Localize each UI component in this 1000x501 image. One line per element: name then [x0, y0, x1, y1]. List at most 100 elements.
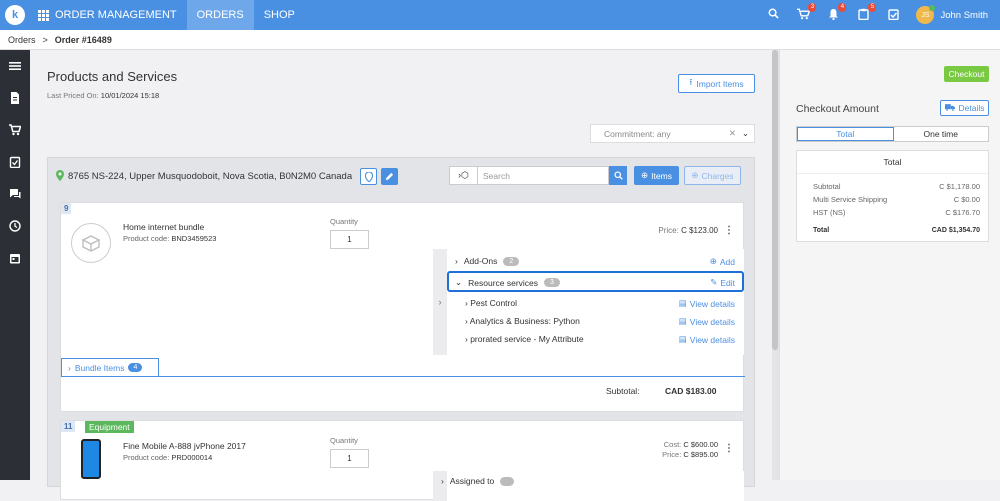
- location-panel: 8765 NS-224, Upper Musquodoboit, Nova Sc…: [47, 157, 755, 501]
- cost-value: C $600.00: [683, 440, 718, 449]
- collapse-strip[interactable]: ›: [433, 249, 447, 355]
- sub-item[interactable]: › Pest Control: [465, 298, 517, 308]
- addons-toggle[interactable]: › Add-Ons 2: [455, 256, 520, 266]
- breadcrumb-separator: >: [42, 34, 48, 45]
- equipment-tag: Equipment: [85, 421, 134, 433]
- item-addons-area: › › Add-Ons 2 ⊕ Add ⌄ Resource services …: [433, 249, 744, 355]
- last-priced-value: 10/01/2024 15:18: [100, 91, 160, 100]
- view-details-link[interactable]: ▤ View details: [679, 316, 735, 327]
- tasks-icon[interactable]: 5: [856, 2, 877, 23]
- address-text: 8765 NS-224, Upper Musquodoboit, Nova Sc…: [68, 171, 353, 182]
- bell-icon[interactable]: 4: [826, 2, 847, 23]
- logo-letter: k: [5, 5, 25, 25]
- commitment-select[interactable]: Commitment: any ✕ ⌄: [590, 124, 755, 143]
- more-options-icon[interactable]: ⋮: [724, 443, 734, 454]
- totals-title: Total: [797, 151, 988, 174]
- document-icon: ▤: [678, 298, 687, 308]
- upload-icon: ⭱: [689, 76, 693, 87]
- user-name: John Smith: [940, 9, 988, 21]
- import-items-button[interactable]: ⭱ Import Items: [678, 74, 755, 93]
- view-details-link[interactable]: ▤ View details: [679, 334, 735, 345]
- bundle-items-tab[interactable]: › Bundle Items 4: [61, 358, 159, 376]
- search-icon[interactable]: [766, 8, 780, 22]
- tab-shop[interactable]: SHOP: [254, 0, 305, 30]
- chevron-right-icon: ›: [441, 476, 444, 486]
- row-value: C $176.70: [945, 208, 980, 217]
- main-scrollbar[interactable]: [772, 50, 779, 480]
- details-button[interactable]: Details: [940, 100, 989, 116]
- import-items-label: Import Items: [696, 78, 744, 89]
- view-details-label: View details: [689, 298, 735, 309]
- details-label: Details: [958, 103, 985, 113]
- cart-nav-icon[interactable]: [0, 114, 30, 146]
- edit-address-button[interactable]: [381, 168, 399, 185]
- cart-icon[interactable]: 3: [796, 2, 817, 23]
- chevron-right-icon: ›: [455, 256, 458, 266]
- edit-resources-link[interactable]: ✎ Edit: [710, 277, 735, 288]
- order-item-card: 9 Home internet bundle Product code: BND…: [60, 202, 745, 412]
- pencil-icon: ✎: [710, 277, 718, 287]
- map-pin-button[interactable]: [360, 168, 378, 185]
- document-icon[interactable]: [0, 82, 30, 114]
- document-icon: ▤: [678, 316, 687, 326]
- product-name: Fine Mobile A-888 jvPhone 2017: [123, 441, 246, 451]
- grid-icon: [38, 9, 49, 21]
- resource-services-toggle[interactable]: ⌄ Resource services 3: [455, 277, 560, 288]
- breadcrumb-orders[interactable]: Orders: [8, 35, 36, 45]
- search-button[interactable]: [609, 166, 627, 185]
- sub-item[interactable]: › prorated service - My Attribute: [465, 334, 584, 344]
- menu-icon[interactable]: [0, 50, 30, 82]
- resource-services-count: 3: [544, 278, 560, 287]
- add-label: Add: [719, 256, 735, 267]
- app-logo[interactable]: k: [0, 0, 30, 30]
- calendar-icon[interactable]: [0, 242, 30, 274]
- user-menu[interactable]: JS John Smith: [916, 5, 988, 24]
- view-details-label: View details: [689, 316, 735, 327]
- assigned-to-label: Assigned to: [449, 476, 495, 486]
- sub-item-label: prorated service - My Attribute: [470, 334, 584, 344]
- add-addon-link[interactable]: ⊕ Add: [710, 256, 735, 267]
- sub-item-label: Analytics & Business: Python: [469, 316, 580, 326]
- chevron-right-icon: ›: [438, 297, 442, 307]
- item-addons-area: › Assigned to: [433, 471, 744, 501]
- app-menu[interactable]: ORDER MANAGEMENT: [30, 0, 187, 30]
- toggle-total[interactable]: Total: [797, 127, 894, 141]
- checklist-icon[interactable]: [886, 8, 900, 23]
- search-input[interactable]: Search: [477, 166, 609, 185]
- total-row: Subtotal C $1,178.00: [813, 182, 980, 191]
- quantity-input[interactable]: 1: [330, 449, 369, 468]
- view-details-link[interactable]: ▤ View details: [679, 298, 735, 309]
- clipboard-icon[interactable]: [0, 146, 30, 178]
- phone-image: [81, 439, 101, 479]
- subtotal-label: Subtotal:: [606, 386, 640, 396]
- assigned-count: [500, 476, 515, 486]
- chat-icon[interactable]: [0, 178, 30, 210]
- clock-icon[interactable]: [0, 210, 30, 242]
- add-items-button[interactable]: ⊕ Items: [634, 166, 679, 185]
- more-options-icon[interactable]: ⋮: [724, 225, 734, 236]
- bell-badge: 4: [838, 2, 847, 12]
- checkout-amount-title: Checkout Amount: [796, 103, 879, 115]
- checkout-button[interactable]: Checkout: [944, 66, 989, 82]
- plus-circle-icon: ⊕: [709, 256, 717, 266]
- bundle-items-label: Bundle Items: [74, 362, 125, 373]
- main-content: Products and Services Last Priced On: 10…: [30, 50, 772, 501]
- row-label: Subtotal: [813, 182, 841, 191]
- plus-circle-icon: ⊕: [691, 170, 699, 180]
- add-charges-button[interactable]: ⊕ Charges: [684, 166, 741, 185]
- avatar: JS: [916, 5, 936, 24]
- truck-icon: [944, 103, 955, 113]
- addons-count: 2: [503, 256, 520, 266]
- item-number: 11: [61, 421, 76, 432]
- assigned-to-toggle[interactable]: › Assigned to: [441, 476, 515, 486]
- toggle-one-time[interactable]: One time: [894, 127, 989, 141]
- clear-icon[interactable]: ✕: [729, 128, 736, 139]
- chevron-down-icon: ⌄: [455, 277, 463, 287]
- tab-orders[interactable]: ORDERS: [186, 0, 254, 30]
- last-priced-label: Last Priced On:: [47, 91, 99, 100]
- scrollbar-thumb[interactable]: [772, 50, 778, 350]
- sub-item[interactable]: › Analytics & Business: Python: [465, 316, 580, 326]
- quantity-label: Quantity: [330, 436, 358, 445]
- quantity-input[interactable]: 1: [330, 230, 369, 249]
- search-filter-toggle[interactable]: ›⬡: [449, 166, 477, 185]
